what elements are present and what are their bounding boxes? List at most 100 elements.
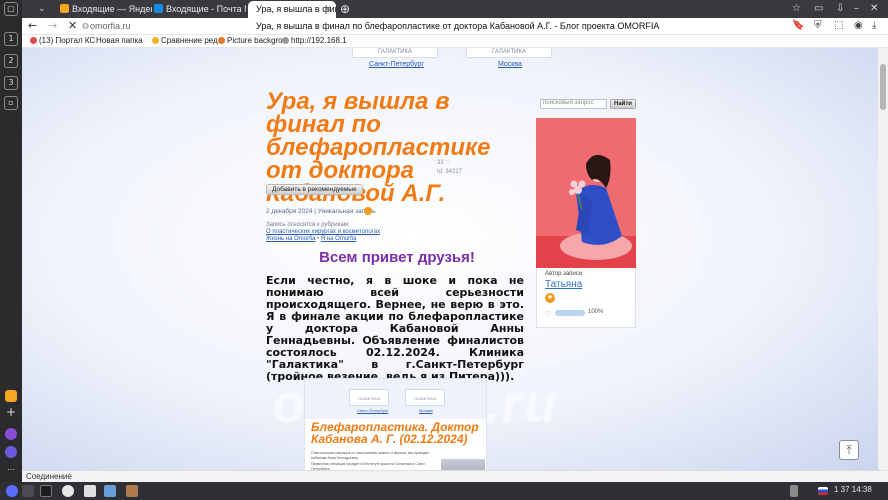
yandex-browser-icon[interactable] xyxy=(62,485,74,497)
tab-mail-ru[interactable]: Входящие - Почта Ма xyxy=(154,2,246,16)
search-input[interactable]: поисковый запрос xyxy=(540,99,607,109)
embed-clinic-card-1: ГАЛАКТИКА xyxy=(349,389,389,406)
author-photo-illustration xyxy=(536,118,636,268)
bookmark-compare[interactable]: Сравнение ред xyxy=(152,36,218,45)
embed-title: Блефаропластика. Доктор Кабанова А. Г. (… xyxy=(311,420,479,446)
tabs-icon[interactable]: ▢ xyxy=(4,2,18,16)
sidebar-panel-3-icon[interactable]: 3 xyxy=(4,76,18,90)
add-to-recommended-button[interactable]: Добавить в рекомендуемые xyxy=(266,184,363,195)
page-title-in-address-bar: Ура, я вышла в финал по блефаропластике … xyxy=(256,21,660,31)
search-button[interactable]: Найти xyxy=(610,99,636,109)
scroll-to-top-button[interactable]: ⤒ xyxy=(839,440,859,460)
rubric-link-me[interactable]: Я на Omorfia xyxy=(321,236,357,242)
shield-icon[interactable]: ⛨ xyxy=(814,20,822,31)
extensions-icon[interactable]: ⬚ xyxy=(834,20,843,31)
tab-yandex-mail[interactable]: Входящие — Яндекс П xyxy=(60,2,152,16)
embed-city-1: Санкт-Петербург xyxy=(357,408,389,413)
status-bar: Соединение xyxy=(22,470,888,482)
article-meta: 33 ♡ Id: 34317 xyxy=(437,159,462,177)
star-badge-icon: ★ xyxy=(545,293,555,303)
browser-side-rail: ▢ 1 2 3 ▫ + ⋯ xyxy=(0,0,22,482)
heart-icon[interactable]: ♡ xyxy=(445,160,450,166)
new-tab-button[interactable]: ⊕ xyxy=(340,2,352,16)
close-window-icon[interactable]: ✕ xyxy=(870,2,878,16)
network-tray-icon[interactable] xyxy=(790,485,798,497)
article-id: Id: 34317 xyxy=(437,169,463,175)
sidebar-panel-2-icon[interactable]: 2 xyxy=(4,54,18,68)
rubrics-block: Запись относится к рубрикам: О пластичес… xyxy=(266,222,380,243)
tab-active-article[interactable]: Ура, я вышла в фин ✕ xyxy=(248,1,336,18)
os-taskbar: 1 37 14:38 xyxy=(0,482,888,500)
article-body: Если честно, я в шоке и пока не понимаю … xyxy=(266,274,524,383)
globe-icon xyxy=(282,37,289,44)
alice-app-icon[interactable] xyxy=(5,428,17,440)
picture-icon xyxy=(218,37,225,44)
address-toolbar: ← → ✕ ◍ omorfia.ru Ура, я вышла в финал … xyxy=(22,18,888,35)
site-security-icon[interactable]: ◍ xyxy=(82,21,89,30)
bookmark-portal[interactable]: (13) Портал КС xyxy=(30,36,95,45)
clinic-card-msk[interactable]: ГАЛАКТИКА xyxy=(466,48,552,58)
page-scrollbar[interactable] xyxy=(878,48,888,470)
rubric-link-life[interactable]: Жизнь на Omorfia xyxy=(266,236,315,242)
embed-text-2: Первичная операция пройдет в Институте к… xyxy=(311,462,427,470)
rating-heart-icon: ♡ xyxy=(545,311,552,318)
clinic-card-spb[interactable]: ГАЛАКТИКА xyxy=(352,48,438,58)
status-text: Соединение xyxy=(26,472,72,481)
start-menu-icon[interactable] xyxy=(6,485,18,497)
tab-bar: ⌄ Входящие — Яндекс П Входящие - Почта М… xyxy=(22,0,888,18)
author-card: Автор записи Татьяна ★ ♡ 100% xyxy=(536,268,636,328)
profile-icon[interactable]: ◉ xyxy=(854,20,863,31)
stop-loading-icon[interactable]: ✕ xyxy=(68,19,77,32)
bookmarks-bar: (13) Портал КС Новая папка Сравнение ред… xyxy=(22,35,888,48)
post-date: 2 декабря 2024 | Уникальная запись xyxy=(266,208,376,215)
embed-text-1: Пластическая операция по омоложению нижн… xyxy=(311,451,430,460)
compare-icon xyxy=(152,37,159,44)
sidebar-panel-4-icon[interactable]: ▫ xyxy=(4,96,18,110)
rubric-link-surgeons[interactable]: О пластических хирургах и косметологах xyxy=(266,229,380,235)
terminal-icon[interactable] xyxy=(40,485,52,497)
back-arrow-icon[interactable]: ← xyxy=(28,19,37,32)
minimize-icon[interactable]: – xyxy=(854,2,859,16)
clinic-city-link-spb[interactable]: Санкт-Петербург xyxy=(369,61,424,68)
bookmark-local-ip[interactable]: http://192.168.1 xyxy=(282,36,347,45)
archive-icon[interactable] xyxy=(126,485,138,497)
clinic-city-link-msk[interactable]: Москва xyxy=(498,61,522,68)
bookmark-star-icon[interactable]: ☆ xyxy=(792,2,801,16)
tray-clock: 1 37 14:38 xyxy=(834,485,872,494)
embed-city-2: Москва xyxy=(419,408,433,413)
address-bar-url[interactable]: omorfia.ru xyxy=(90,21,131,31)
bookmark-folder[interactable]: Новая папка xyxy=(96,36,143,45)
sidebar-panel-1-icon[interactable]: 1 xyxy=(4,32,18,46)
page-scrollbar-thumb[interactable] xyxy=(880,64,886,110)
mail-app-icon[interactable] xyxy=(5,390,17,402)
bookmark-icon[interactable]: 🔖 xyxy=(792,20,804,31)
embedded-screenshot: ГАЛАКТИКА ГАЛАКТИКА Санкт-Петербург Моск… xyxy=(304,378,487,470)
bookmark-picture[interactable]: Picture backgro xyxy=(218,36,283,45)
file-manager-icon[interactable] xyxy=(22,485,34,497)
embed-header xyxy=(305,379,486,419)
rating-bar xyxy=(555,310,585,316)
language-flag-icon[interactable] xyxy=(818,487,828,495)
window-restore-icon[interactable]: ▭ xyxy=(814,2,823,16)
web-page: omorfia.ru ГАЛАКТИКА Санкт-Петербург ГАЛ… xyxy=(22,48,888,470)
tab-menu-icon[interactable]: ⌄ xyxy=(38,2,50,16)
author-name-link[interactable]: Татьяна xyxy=(545,279,582,290)
messenger-app-icon[interactable] xyxy=(5,446,17,458)
more-apps-icon[interactable]: ⋯ xyxy=(4,464,18,478)
forward-arrow-icon[interactable]: → xyxy=(48,19,57,32)
unique-post-icon xyxy=(364,207,372,215)
mail-ru-icon xyxy=(154,4,163,13)
greeting-heading: Всем привет друзья! xyxy=(319,249,475,266)
portal-icon xyxy=(30,37,37,44)
embed-clinic-card-2: ГАЛАКТИКА xyxy=(405,389,445,406)
download-icon[interactable]: ⤓ xyxy=(872,20,876,31)
downloads-icon[interactable]: ⇩ xyxy=(836,2,844,16)
likes-count: 33 xyxy=(437,160,444,166)
add-panel-icon[interactable]: + xyxy=(4,406,18,420)
text-editor-icon[interactable] xyxy=(104,485,116,497)
document-icon[interactable] xyxy=(84,485,96,497)
author-photo[interactable] xyxy=(536,118,636,268)
author-caption: Автор записи xyxy=(545,271,583,277)
rating-percent: 100% xyxy=(588,309,604,315)
close-tab-icon[interactable]: ✕ xyxy=(324,1,332,18)
